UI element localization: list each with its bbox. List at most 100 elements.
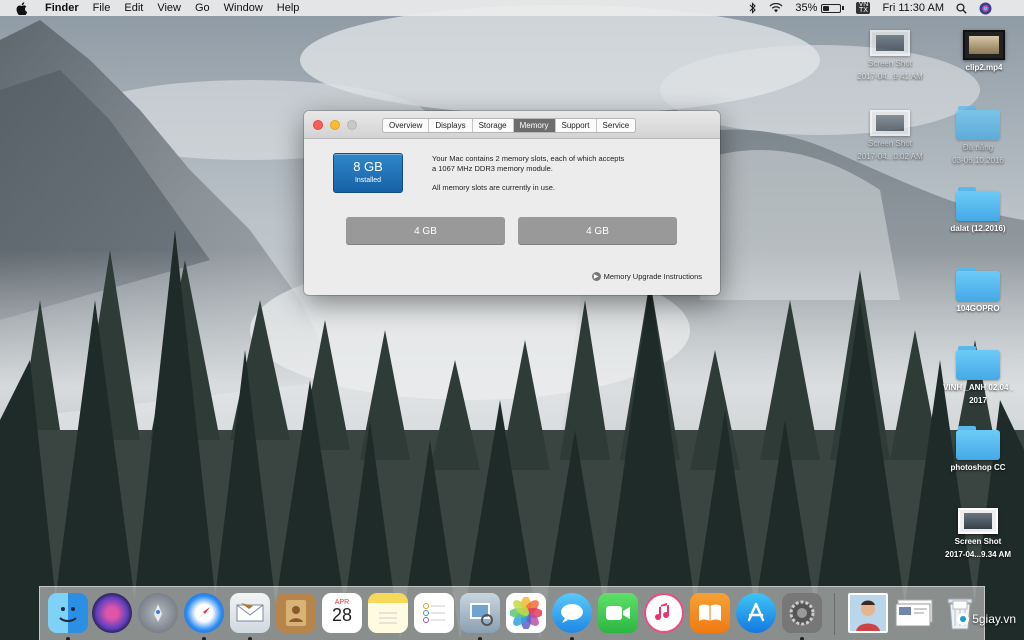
tab-displays[interactable]: Displays (429, 119, 473, 132)
bluetooth-icon[interactable] (749, 2, 757, 14)
clock[interactable]: Fri 11:30 AM (882, 2, 944, 14)
video-file-icon (963, 30, 1005, 60)
photos-icon[interactable] (506, 593, 546, 633)
siri-menu-icon[interactable] (979, 2, 992, 15)
calendar-icon[interactable]: APR 28 (322, 593, 362, 633)
description-line: Your Mac contains 2 memory slots, each o… (432, 154, 625, 163)
reminders-icon[interactable] (414, 593, 454, 633)
zoom-button (347, 120, 357, 130)
photo-thumbnail-icon[interactable] (848, 593, 888, 633)
menu-edit[interactable]: Edit (117, 0, 150, 16)
installed-amount: 8 GB (353, 159, 383, 174)
desktop-item-label: Đà nẵng (962, 143, 994, 152)
safari-icon[interactable] (184, 593, 224, 633)
upgrade-link-label: Memory Upgrade Instructions (603, 272, 702, 281)
description-line: a 1067 MHz DDR3 memory module. (432, 164, 553, 173)
app-store-icon[interactable] (736, 593, 776, 633)
desktop-item-label: 2017-04...0.02 AM (857, 152, 923, 161)
menu-help[interactable]: Help (270, 0, 307, 16)
desktop-item-screenshot-1[interactable]: Screen Shot 2017-04...9.41 AM (848, 30, 932, 82)
itunes-icon[interactable] (644, 593, 684, 633)
menu-window[interactable]: Window (217, 0, 270, 16)
contacts-icon[interactable] (276, 593, 316, 633)
desktop-item-label: Screen Shot (954, 537, 1002, 546)
desktop-item-clip2[interactable]: clip2.mp4 (942, 30, 1024, 73)
notification-center-icon[interactable] (1004, 3, 1016, 13)
dock: APR 28 (39, 586, 985, 640)
desktop-item-104gopro[interactable]: 104GOPRO (936, 267, 1020, 314)
menu-file[interactable]: File (86, 0, 118, 16)
battery-percent: 35% (795, 2, 818, 14)
watermark-text: 5giay.vn (972, 612, 1016, 626)
wifi-icon[interactable] (769, 3, 783, 13)
window-titlebar[interactable]: Overview Displays Storage Memory Support… (304, 111, 720, 139)
desktop-item-label: 2017 (969, 396, 987, 405)
close-button[interactable] (313, 120, 323, 130)
screenshot-thumbnail-icon (870, 110, 910, 136)
desktop-item-label: Screen Shot (867, 139, 913, 148)
notes-icon[interactable] (368, 593, 408, 633)
screenshot-thumbnail-icon (958, 508, 998, 534)
installed-memory-badge: 8 GB Installed (333, 153, 403, 193)
facetime-icon[interactable] (598, 593, 638, 633)
desktop-item-vinh-anh[interactable]: VINH _ANH 02.04 . 2017 (936, 346, 1020, 406)
folder-icon (956, 267, 1000, 301)
tab-support[interactable]: Support (556, 119, 597, 132)
dock-separator (834, 593, 835, 635)
about-this-mac-window: Overview Displays Storage Memory Support… (304, 111, 720, 295)
apple-menu-icon[interactable] (14, 1, 28, 15)
siri-icon[interactable] (92, 593, 132, 633)
battery-status[interactable]: 35% (795, 2, 845, 14)
tab-storage[interactable]: Storage (473, 119, 514, 132)
screenshot-thumbnail-icon (870, 30, 910, 56)
desktop-item-label: 104GOPRO (956, 304, 1000, 313)
memory-description: Your Mac contains 2 memory slots, each o… (432, 154, 672, 193)
preview-icon[interactable] (460, 593, 500, 633)
desktop-item-label: dalat (12.2016) (950, 224, 1006, 233)
input-source-badge[interactable]: VN TX (856, 1, 871, 14)
desktop-item-label: 03-06.10.2016 (952, 156, 1004, 165)
screenshot-stack-icon[interactable] (894, 593, 934, 633)
memory-slot-1: 4 GB (346, 217, 505, 245)
spotlight-search-icon[interactable] (956, 2, 967, 14)
calendar-day: 28 (331, 604, 353, 625)
desktop-item-dalat[interactable]: dalat (12.2016) (936, 187, 1020, 234)
desktop-item-label: clip2.mp4 (965, 63, 1003, 72)
tab-memory[interactable]: Memory (513, 119, 556, 132)
system-preferences-icon[interactable] (782, 593, 822, 633)
messages-icon[interactable] (552, 593, 592, 633)
tab-bar: Overview Displays Storage Memory Support… (382, 118, 637, 133)
desktop-item-label: photoshop CC (950, 463, 1006, 472)
mail-icon[interactable] (230, 593, 270, 633)
memory-slot-2: 4 GB (518, 217, 677, 245)
arrow-right-icon: ▶ (591, 272, 601, 281)
desktop-item-label: 2017-04...9.41 AM (857, 72, 923, 81)
memory-upgrade-link[interactable]: ▶ Memory Upgrade Instructions (591, 272, 702, 281)
watermark: 5giay.vn (957, 612, 1016, 626)
desktop-item-screenshot-3[interactable]: Screen Shot 2017-04...9.34 AM (936, 508, 1020, 560)
ibooks-icon[interactable] (690, 593, 730, 633)
description-line: All memory slots are currently in use. (432, 183, 555, 192)
memory-panel: 8 GB Installed Your Mac contains 2 memor… (304, 139, 720, 294)
desktop-item-label: 2017-04...9.34 AM (945, 550, 1011, 559)
desktop-item-photoshop-cc[interactable]: photoshop CC (936, 426, 1020, 473)
menu-view[interactable]: View (150, 0, 188, 16)
menu-app-name[interactable]: Finder (38, 0, 86, 16)
finder-icon[interactable] (48, 593, 88, 633)
menu-bar: Finder File Edit View Go Window Help 35%… (0, 0, 1024, 16)
minimize-button[interactable] (330, 120, 340, 130)
desktop-wallpaper (0, 0, 1024, 640)
menu-go[interactable]: Go (188, 0, 217, 16)
desktop-item-screenshot-2[interactable]: Screen Shot 2017-04...0.02 AM (848, 110, 932, 162)
watermark-logo-icon (957, 613, 970, 625)
folder-icon (956, 187, 1000, 221)
desktop-item-da-nang[interactable]: Đà nẵng 03-06.10.2016 (936, 106, 1020, 166)
desktop-item-label: Screen Shot (867, 59, 913, 68)
folder-icon (956, 346, 1000, 380)
launchpad-icon[interactable] (138, 593, 178, 633)
folder-icon (956, 106, 1000, 140)
tab-service[interactable]: Service (597, 119, 636, 132)
installed-label: Installed (354, 177, 382, 184)
tab-overview[interactable]: Overview (383, 119, 430, 132)
desktop-item-label: VINH _ANH 02.04 . (943, 383, 1013, 392)
